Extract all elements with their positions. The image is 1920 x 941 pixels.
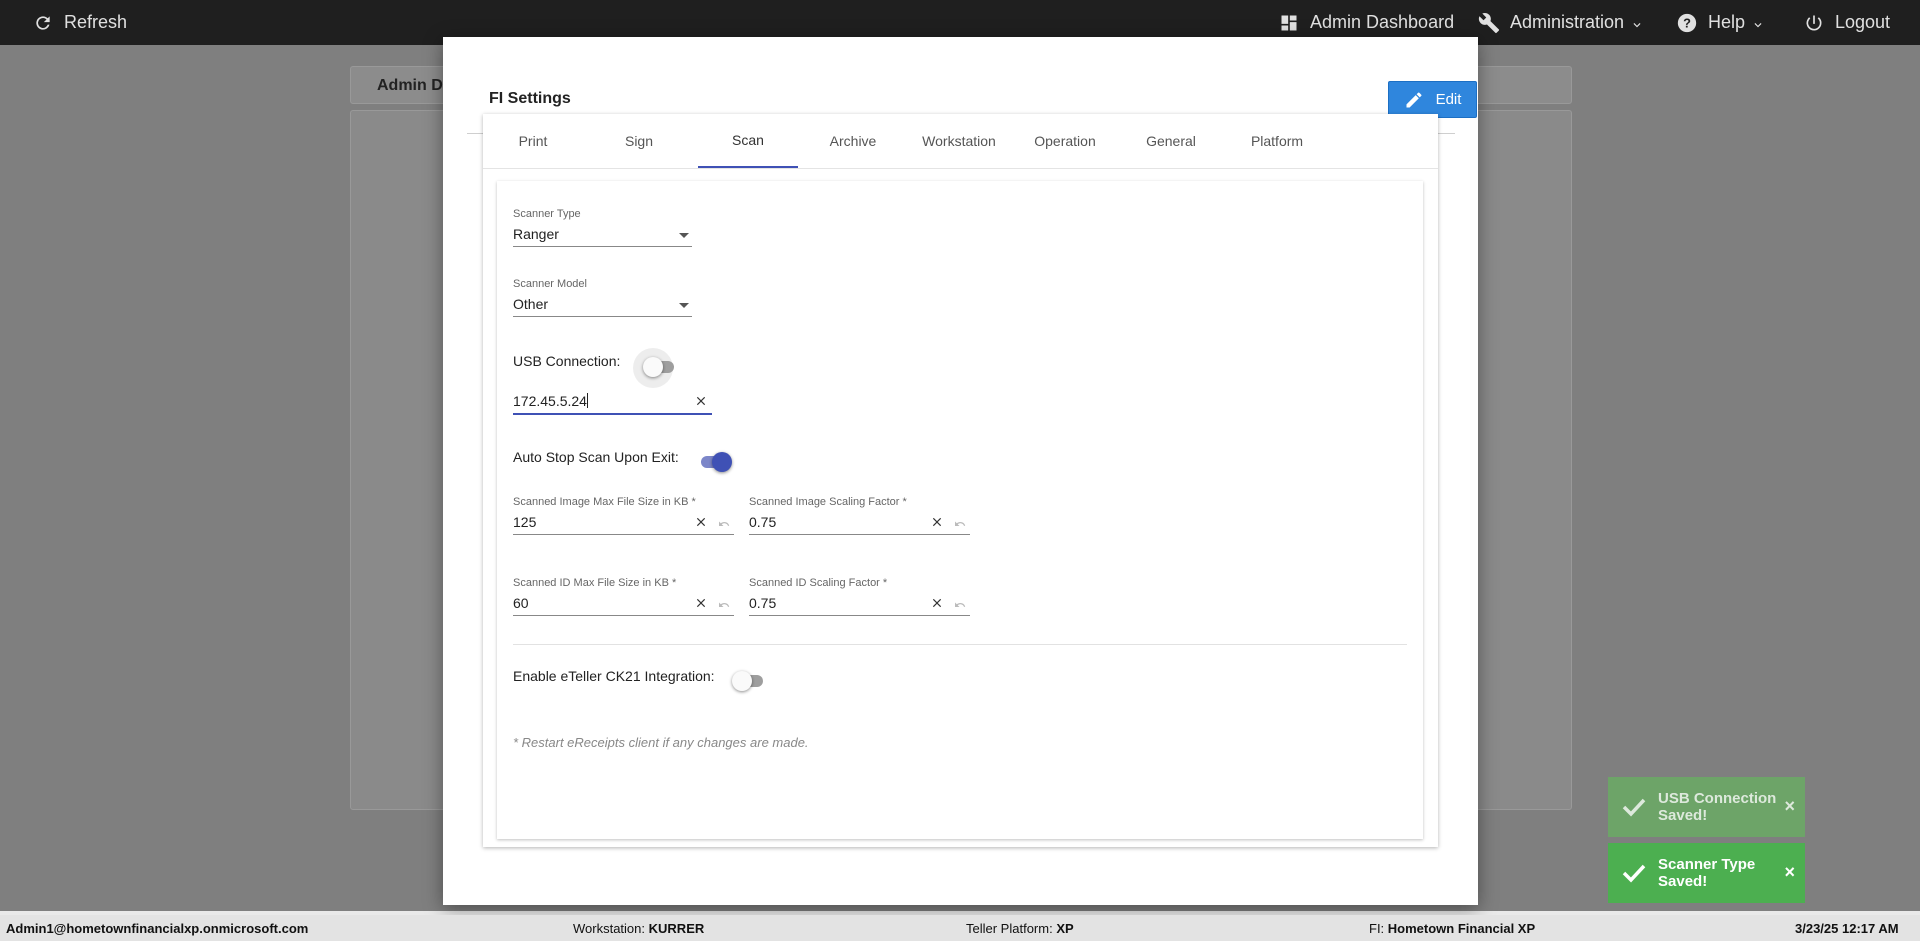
checkmark-icon [1622,863,1646,883]
status-fi: FI: Hometown Financial XP [1369,921,1536,936]
edit-button[interactable]: Edit [1388,81,1477,118]
id-max-size-input[interactable]: 60 [513,595,734,616]
image-max-size-input[interactable]: 125 [513,514,734,535]
eteller-label: Enable eTeller CK21 Integration: [513,668,715,684]
power-icon [1803,12,1825,34]
clear-icon[interactable] [694,515,708,529]
tab-sign[interactable]: Sign [589,114,689,168]
auto-stop-toggle[interactable] [698,452,732,472]
image-scaling-input[interactable]: 0.75 [749,514,970,535]
undo-icon[interactable] [718,517,730,529]
dropdown-arrow-icon [679,233,689,238]
refresh-label: Refresh [64,12,128,32]
id-scaling-label: Scanned ID Scaling Factor * [749,577,888,589]
help-menu[interactable]: ? Help [1676,0,1765,45]
checkmark-icon [1622,797,1646,817]
section-divider [513,644,1407,645]
scanner-type-value: Ranger [513,226,559,242]
clear-icon[interactable] [694,394,708,408]
administration-menu[interactable]: Administration [1478,0,1644,45]
ip-address-value: 172.45.5.24 [513,393,587,409]
svg-text:?: ? [1683,15,1691,30]
edit-label: Edit [1435,91,1462,108]
pencil-icon [1404,90,1424,110]
usb-connection-toggle[interactable] [643,357,677,377]
dropdown-arrow-icon [679,303,689,308]
toggle-knob [732,671,752,691]
administration-label: Administration [1510,12,1625,32]
tab-scan[interactable]: Scan [698,114,798,168]
id-max-size-label: Scanned ID Max File Size in KB * [513,577,677,589]
dialog-title: FI Settings [489,90,571,107]
logout-label: Logout [1835,12,1891,32]
help-icon: ? [1676,12,1698,34]
toast-usb-connection-saved: USB Connection Saved! × [1608,777,1805,837]
clear-icon[interactable] [930,596,944,610]
toast-scanner-type-saved: Scanner Type Saved! × [1608,843,1805,903]
undo-icon[interactable] [718,598,730,610]
image-scaling-value: 0.75 [749,514,777,530]
undo-icon[interactable] [954,517,966,529]
tab-operation[interactable]: Operation [1015,114,1115,168]
text-caret [586,393,588,408]
image-max-size-value: 125 [513,514,537,530]
status-teller-platform: Teller Platform: XP [966,921,1074,936]
wrench-icon [1478,12,1500,34]
settings-tabs: Print Sign Scan Archive Workstation Oper… [483,114,1438,169]
close-icon[interactable]: × [1784,796,1795,817]
undo-icon[interactable] [954,598,966,610]
dashboard-icon [1278,12,1300,34]
scan-settings-panel: Scanner Type Ranger Scanner Model Other … [497,181,1423,839]
tab-platform[interactable]: Platform [1227,114,1327,168]
scanner-model-select[interactable]: Other [513,296,692,317]
id-scaling-input[interactable]: 0.75 [749,595,970,616]
chevron-down-icon [1751,16,1765,30]
toast-message: USB Connection Saved! [1658,790,1777,824]
ip-address-input[interactable]: 172.45.5.24 [513,393,712,415]
refresh-icon [32,12,54,34]
toast-message: Scanner Type Saved! [1658,856,1756,890]
tab-workstation[interactable]: Workstation [909,114,1009,168]
status-workstation: Workstation: KURRER [573,921,705,936]
status-bar: Admin1@hometownfinancialxp.onmicrosoft.c… [0,915,1920,941]
settings-card: Print Sign Scan Archive Workstation Oper… [483,114,1438,847]
help-label: Help [1708,12,1746,32]
scanner-type-select[interactable]: Ranger [513,226,692,247]
logout-button[interactable]: Logout [1803,0,1890,45]
chevron-down-icon [1630,16,1644,30]
tab-archive[interactable]: Archive [803,114,903,168]
tab-general[interactable]: General [1121,114,1221,168]
eteller-toggle[interactable] [732,671,766,691]
clear-icon[interactable] [930,515,944,529]
background-panel-title: Admin D [377,77,443,94]
toggle-knob [643,357,663,377]
scanner-model-value: Other [513,296,549,312]
refresh-button[interactable]: Refresh [32,0,127,45]
scanner-type-label: Scanner Type [513,208,581,220]
image-scaling-label: Scanned Image Scaling Factor * [749,496,907,508]
status-datetime: 3/23/25 12:17 AM [1795,921,1899,936]
toggle-knob [712,452,732,472]
admin-dashboard-label: Admin Dashboard [1310,12,1455,32]
usb-connection-label: USB Connection: [513,353,621,369]
id-scaling-value: 0.75 [749,595,777,611]
tab-print[interactable]: Print [483,114,583,168]
fi-settings-dialog: FI Settings Edit Print Sign Scan Archive… [443,37,1478,905]
image-max-size-label: Scanned Image Max File Size in KB * [513,496,696,508]
status-user: Admin1@hometownfinancialxp.onmicrosoft.c… [6,921,309,936]
clear-icon[interactable] [694,596,708,610]
close-icon[interactable]: × [1784,862,1795,883]
scanner-model-label: Scanner Model [513,278,587,290]
id-max-size-value: 60 [513,595,529,611]
restart-note: * Restart eReceipts client if any change… [513,735,809,750]
auto-stop-label: Auto Stop Scan Upon Exit: [513,449,679,465]
